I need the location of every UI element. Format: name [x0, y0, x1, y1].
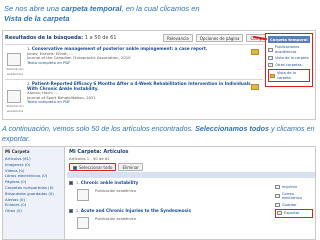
save-icon: [275, 202, 280, 207]
pdf-full-text-link[interactable]: Texto completo en PDF: [27, 60, 70, 65]
page-options-button[interactable]: Opciones de página: [195, 33, 244, 42]
folder-header-bar: [67, 172, 315, 178]
publication-thumbnail-icon: [7, 53, 21, 66]
divider: [5, 44, 263, 45]
save-link[interactable]: Guardar: [275, 203, 313, 208]
folder-view-link[interactable]: Vista de la carpeta: [268, 69, 310, 82]
divider: [5, 79, 263, 80]
caption-bottom: A continuación, vemos solo 50 de los art…: [2, 124, 318, 144]
results-screenshot: Resultados de la búsqueda: 1 a 50 de 61 …: [2, 30, 316, 120]
result-record: Publicación académica 1. Conservative ma…: [5, 46, 263, 77]
document-icon: [268, 62, 273, 67]
pdf-full-text-link[interactable]: Texto completo en PDF: [27, 99, 70, 105]
document-icon: [268, 56, 273, 61]
caption-bottom-text: A continuación, vemos solo 50 de los art…: [2, 124, 196, 133]
record-title-link[interactable]: Patient-Reported Efficacy 6 Months After…: [27, 81, 251, 91]
caption-top-text: Se nos abre una: [4, 4, 62, 13]
checkbox-icon: [73, 166, 77, 170]
folder-sidebar-item[interactable]: Carpetas compartidas (0): [5, 185, 62, 191]
record-title-link[interactable]: Chronic ankle instability: [81, 180, 138, 185]
publication-type-label: Publicación académica: [6, 67, 24, 76]
publication-thumbnail-icon: [7, 90, 21, 103]
folder-sidebar-item[interactable]: Otros (0): [5, 208, 62, 214]
caption-top: Se nos abre una carpeta temporal, en la …: [4, 4, 200, 24]
record-meta: Publicación académica: [95, 189, 136, 193]
publication-thumbnail-icon: [77, 217, 89, 229]
folder-icon: [270, 73, 275, 78]
result-record: Publicación académica 2. Patient-Reporte…: [5, 81, 263, 118]
sidebar-item[interactable]: Vista de la carpeta: [268, 56, 310, 61]
folder-main: Mi Carpeta: Artículos Artículos 1 - 50 d…: [67, 147, 315, 239]
email-icon: [275, 194, 280, 198]
add-to-folder-icon[interactable]: [251, 49, 259, 55]
record-checkbox[interactable]: [69, 181, 73, 185]
results-range: 1 a 50 de 61: [84, 35, 117, 41]
sidebar-item[interactable]: Otras carpetas: [268, 63, 310, 68]
caption-top-line2: Vista de la carpeta: [4, 14, 70, 23]
publication-thumbnail-icon: [77, 189, 89, 201]
record-checkbox[interactable]: [69, 209, 73, 213]
print-link[interactable]: Imprimir: [275, 185, 313, 190]
temp-folder-header: Carpeta temporal: [268, 36, 310, 43]
sort-relevance-button[interactable]: Relevancia: [163, 33, 193, 42]
folder-sidebar: Mi Carpeta Artículos (61) Imágenes (0) V…: [3, 147, 65, 239]
caption-top-rest: , en la cual clicamos en: [121, 4, 200, 13]
export-icon: [277, 211, 282, 216]
email-link[interactable]: Correo electrónico: [275, 192, 313, 201]
select-all-checkbox[interactable]: Seleccionar todo: [69, 163, 117, 171]
folder-title: Mi Carpeta: Artículos: [69, 149, 129, 155]
caption-bottom-bold: Seleccionamos todos: [195, 124, 270, 133]
record-title-link[interactable]: Acute and Chronic Injuries to the Syndes…: [81, 208, 191, 213]
folder-screenshot: Mi Carpeta Artículos (61) Imágenes (0) V…: [2, 146, 316, 240]
temp-folder-panel: Carpeta temporal Publicaciones académica…: [265, 33, 313, 119]
print-icon: [275, 185, 280, 190]
folder-actions: Imprimir Correo electrónico Guardar Expo…: [275, 183, 313, 220]
folder-sidebar-item[interactable]: Búsquedas guardadas (0): [5, 191, 62, 197]
export-link[interactable]: Exportar: [275, 209, 313, 218]
document-icon: [268, 47, 273, 52]
sidebar-item[interactable]: Publicaciones académicas: [268, 45, 310, 54]
folder-sidebar-title: Mi Carpeta: [5, 149, 30, 154]
caption-top-bold: carpeta temporal: [61, 4, 122, 13]
temp-folder-box: Carpeta temporal Publicaciones académica…: [265, 33, 313, 87]
add-to-folder-icon[interactable]: [251, 84, 259, 90]
folder-subtitle: Artículos 1 - 50 de 61: [69, 156, 110, 161]
publication-type-label: Publicación académica: [6, 104, 24, 113]
delete-button[interactable]: Eliminar: [118, 163, 143, 171]
folder-toolbar: Seleccionar todo Eliminar: [69, 163, 143, 171]
record-meta: Publicación académica: [95, 217, 136, 221]
